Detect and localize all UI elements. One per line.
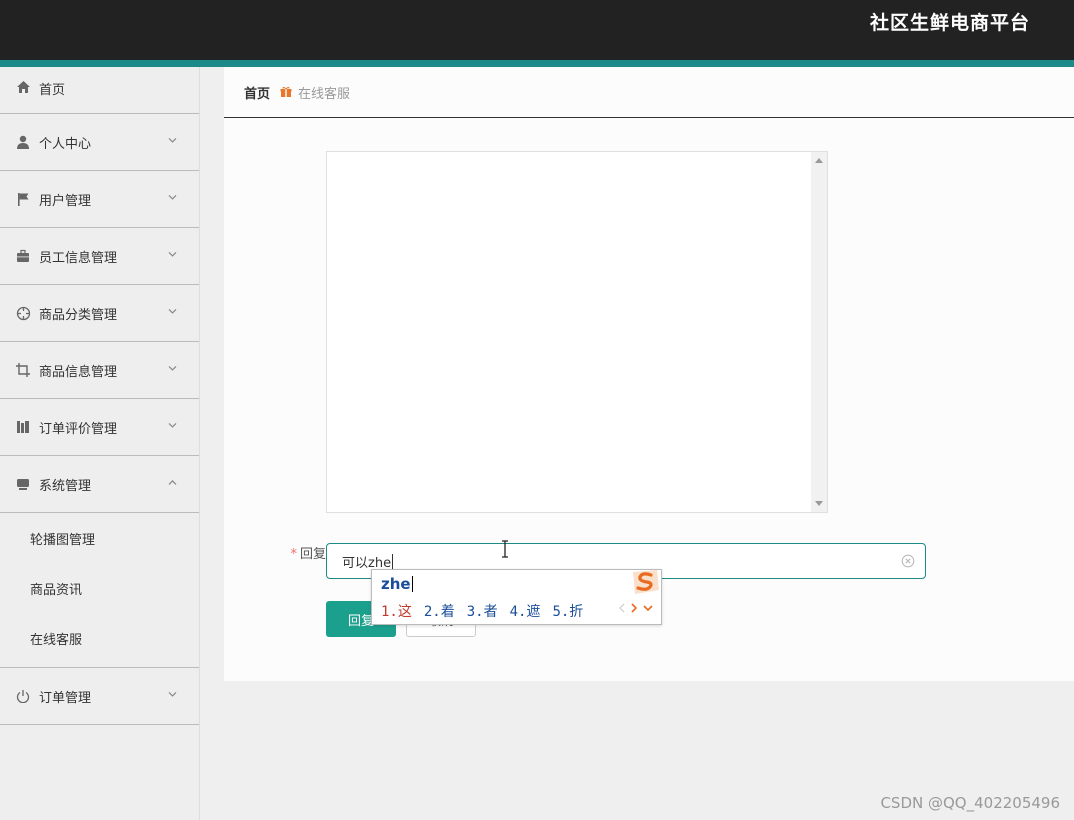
reply-label: * 回复 (274, 543, 326, 562)
text-cursor-icon (500, 540, 510, 558)
sidebar-item-employee-info[interactable]: 员工信息管理 (0, 228, 199, 285)
clear-input-icon[interactable] (901, 554, 915, 568)
crop-icon (15, 362, 31, 378)
chat-scrollbar[interactable] (811, 152, 827, 512)
ime-candidate[interactable]: 5.折 (552, 601, 583, 621)
chevron-down-icon (168, 192, 177, 203)
reply-input-value: 可以zhe (342, 555, 392, 571)
sidebar-item-user-management[interactable]: 用户管理 (0, 171, 199, 228)
ime-candidate-list: 1.这 2.着 3.者 4.遮 5.折 (381, 601, 595, 621)
reply-form-row: * 回复 (274, 543, 326, 562)
ime-candidate-popup: zhe 1.这 2.着 3.者 4.遮 5.折 (371, 569, 662, 625)
chevron-up-icon (168, 477, 177, 488)
flag-icon (15, 191, 31, 207)
ime-composition: zhe (381, 575, 413, 593)
sidebar: 首页 个人中心 用户管理 员工信息管理 商品分类管理 商品信息管理 订单评价管理… (0, 67, 200, 820)
breadcrumb-home[interactable]: 首页 (244, 83, 270, 102)
chevron-down-icon (168, 689, 177, 700)
power-icon (15, 688, 31, 704)
scroll-up-arrow-icon[interactable] (815, 158, 823, 163)
chevron-down-icon (168, 135, 177, 146)
sidebar-item-label: 首页 (39, 83, 66, 98)
sidebar-subitem-product-news[interactable]: 商品资讯 (0, 563, 199, 613)
app-title: 社区生鲜电商平台 (869, 12, 1030, 34)
chevron-down-icon (168, 420, 177, 431)
sidebar-item-label: 个人中心 (39, 136, 92, 152)
breadcrumb-current: 在线客服 (298, 86, 351, 102)
ime-prev-page-icon[interactable] (619, 603, 625, 616)
sidebar-item-label: 系统管理 (39, 478, 92, 494)
sidebar-item-order-review[interactable]: 订单评价管理 (0, 399, 199, 456)
sidebar-item-system-management[interactable]: 系统管理 (0, 456, 199, 513)
ime-candidate[interactable]: 1.这 (381, 601, 412, 621)
breadcrumb: 首页 在线客服 (224, 67, 1074, 118)
sidebar-item-personal-center[interactable]: 个人中心 (0, 114, 199, 171)
system-management-submenu: 轮播图管理 商品资讯 在线客服 (0, 513, 199, 668)
sidebar-subitem-online-service[interactable]: 在线客服 (0, 613, 199, 663)
sidebar-item-order-management[interactable]: 订单管理 (0, 668, 199, 725)
briefcase-icon (15, 248, 31, 264)
sidebar-item-label: 商品分类管理 (39, 307, 118, 323)
ime-next-page-icon[interactable] (631, 603, 638, 616)
user-icon (15, 134, 31, 150)
sidebar-item-label: 订单评价管理 (39, 421, 118, 437)
sidebar-subitem-carousel[interactable]: 轮播图管理 (0, 513, 199, 563)
tray-icon (15, 476, 31, 492)
crosshair-icon (15, 305, 31, 321)
chevron-down-icon (168, 363, 177, 374)
sidebar-item-product-category[interactable]: 商品分类管理 (0, 285, 199, 342)
ime-candidate[interactable]: 4.遮 (510, 601, 541, 621)
ime-composition-text: zhe (381, 575, 411, 593)
sidebar-item-product-info[interactable]: 商品信息管理 (0, 342, 199, 399)
chat-message-area[interactable] (326, 151, 828, 513)
sidebar-item-label: 员工信息管理 (39, 250, 118, 266)
required-mark: * (290, 547, 297, 562)
sidebar-item-label: 商品信息管理 (39, 364, 118, 380)
reply-label-text: 回复 (299, 547, 326, 562)
text-caret (392, 553, 394, 569)
home-icon (15, 79, 31, 95)
csdn-watermark: CSDN @QQ_402205496 (880, 794, 1060, 812)
sidebar-item-label: 用户管理 (39, 193, 92, 209)
sidebar-item-home[interactable]: 首页 (0, 67, 199, 114)
top-header: 社区生鲜电商平台 (0, 0, 1074, 60)
gift-separator-icon (280, 86, 292, 98)
ime-caret (411, 576, 413, 592)
ime-candidate[interactable]: 2.着 (424, 601, 455, 621)
ime-navigation (619, 603, 653, 616)
header-accent-bar (0, 60, 1074, 67)
sidebar-item-label: 订单管理 (39, 690, 92, 706)
books-icon (15, 419, 31, 435)
chevron-down-icon (168, 306, 177, 317)
chevron-down-icon (168, 249, 177, 260)
scroll-down-arrow-icon[interactable] (815, 501, 823, 506)
sogou-logo-icon (629, 568, 661, 596)
ime-expand-icon[interactable] (643, 603, 653, 616)
ime-candidate[interactable]: 3.者 (467, 601, 498, 621)
